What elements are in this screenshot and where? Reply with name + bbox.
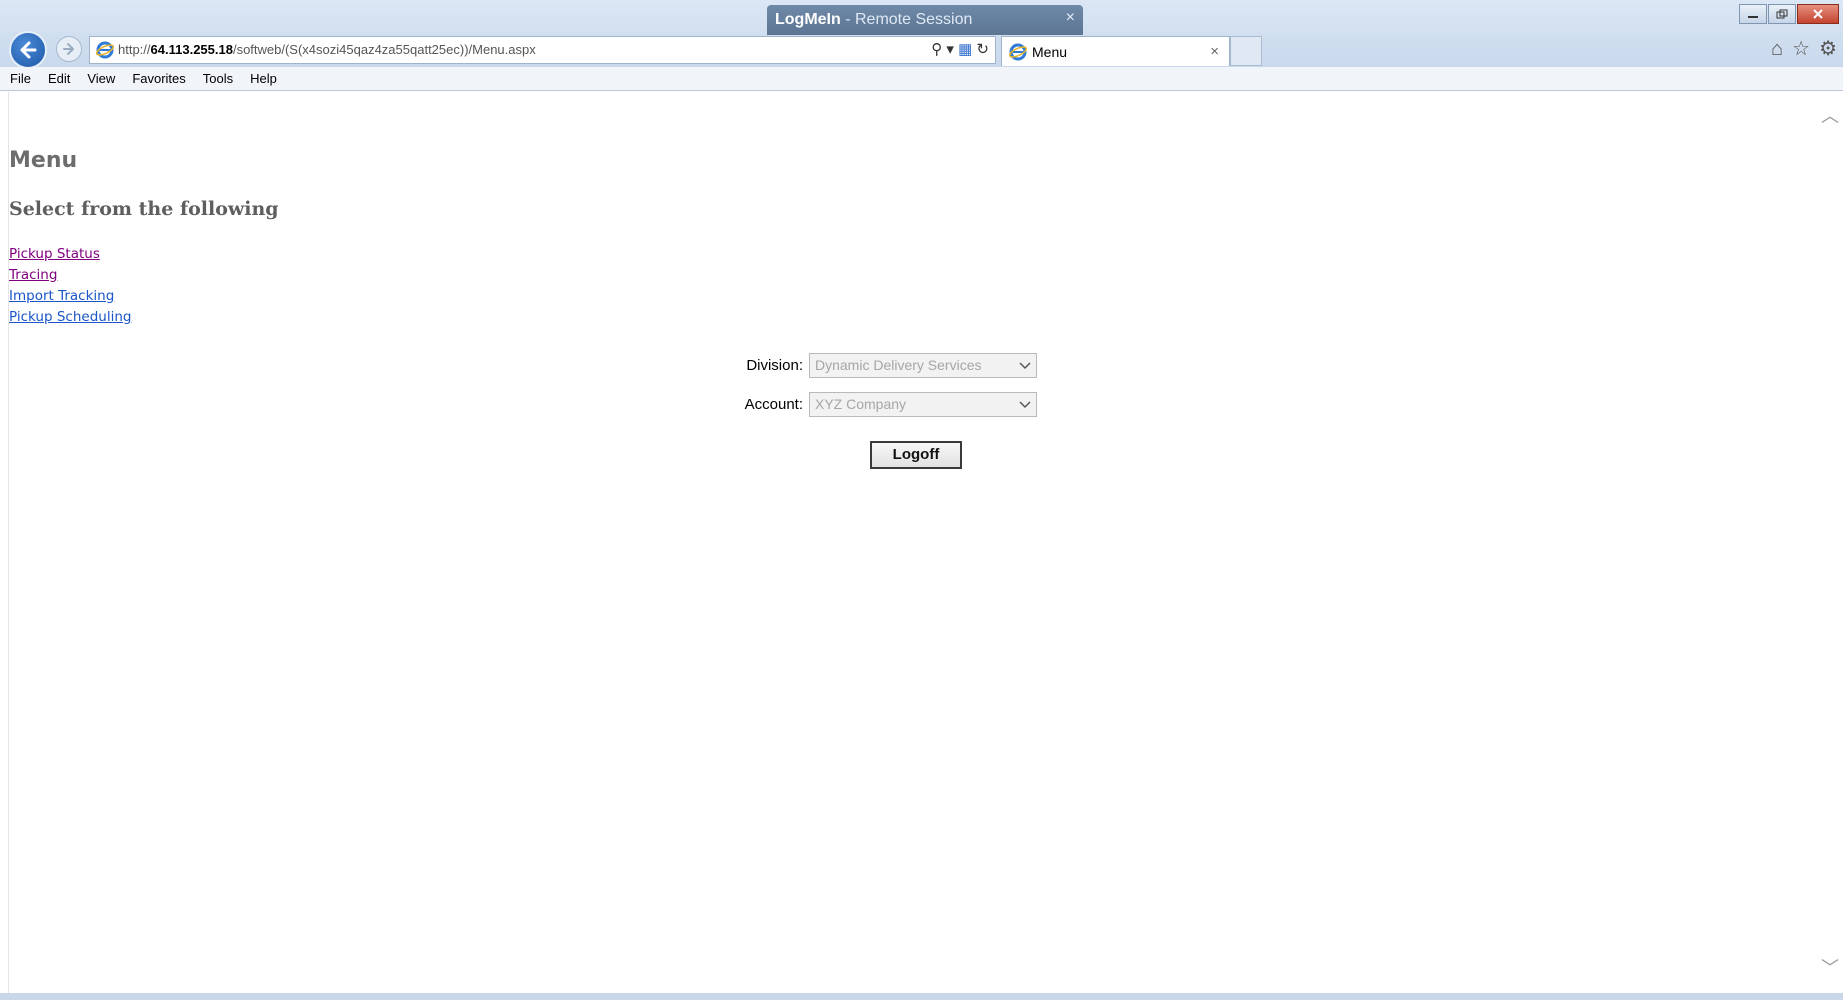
page-subtitle: Select from the following [9,198,279,220]
home-icon[interactable]: ⌂ [1771,36,1783,62]
minimize-icon [1748,16,1758,18]
dropdown-icon[interactable]: ▾ [946,41,954,58]
minimize-button[interactable] [1739,4,1767,24]
refresh-icon[interactable]: ↻ [976,41,989,58]
compatibility-icon[interactable]: ▦ [958,41,972,58]
taskbar-edge [0,993,1843,1000]
account-label: Account: [744,396,803,413]
address-tools: ⚲ ▾ ▦ ↻ [931,37,989,63]
new-tab-button[interactable] [1230,36,1262,66]
account-value: XYZ Company [815,396,907,412]
url-host: 64.113.255.18 [150,42,233,57]
url-path: /softweb/(S(x4sozi45qaz4za55qatt25ec))/M… [232,42,536,57]
import-tracking-link[interactable]: Import Tracking [9,286,1827,307]
forward-button[interactable] [56,36,82,62]
menu-file[interactable]: File [10,71,31,86]
pickup-status-link[interactable]: Pickup Status [9,244,1827,265]
pickup-scheduling-link[interactable]: Pickup Scheduling [9,307,1827,328]
menu-tools[interactable]: Tools [203,71,233,86]
division-select[interactable]: Dynamic Delivery Services [809,353,1037,378]
tab-label: Menu [1032,44,1068,60]
account-select[interactable]: XYZ Company [809,392,1037,417]
browser-toolbar-icons: ⌂ ☆ ⚙ [1771,36,1837,62]
window-controls [1738,4,1839,24]
chevron-down-icon [1019,362,1031,370]
restore-button[interactable] [1768,4,1796,24]
gear-icon[interactable]: ⚙ [1819,36,1837,62]
url-text[interactable]: http://64.113.255.18/softweb/(S(x4sozi45… [118,37,536,63]
close-session-icon[interactable]: × [1066,3,1075,33]
close-icon [1813,9,1823,19]
forward-arrow-icon [63,43,74,55]
menu-bar: File Edit View Favorites Tools Help [0,67,1843,91]
page-viewport: ︿ ﹀ Menu Select from the following Picku… [8,92,1839,993]
page-title: Menu [9,148,78,173]
division-value: Dynamic Delivery Services [815,357,982,373]
close-window-button[interactable] [1797,4,1839,24]
menu-help[interactable]: Help [250,71,277,86]
close-tab-icon[interactable]: × [1210,37,1219,67]
menu-favorites[interactable]: Favorites [132,71,185,86]
menu-edit[interactable]: Edit [48,71,70,86]
tracing-link[interactable]: Tracing [9,265,1827,286]
url-prefix: http:// [118,42,151,57]
back-button[interactable] [9,31,47,69]
account-row: Account: XYZ Company [9,392,1827,417]
scroll-up-icon[interactable]: ︿ [1821,102,1839,128]
ie-page-icon [96,41,114,59]
tab-menu[interactable]: Menu × [1001,36,1230,66]
division-label: Division: [746,357,803,374]
division-row: Division: Dynamic Delivery Services [9,353,1827,378]
menu-view[interactable]: View [87,71,115,86]
scroll-down-icon[interactable]: ﹀ [1821,954,1839,980]
address-bar[interactable]: http://64.113.255.18/softweb/(S(x4sozi45… [89,36,996,64]
session-brand: LogMeIn [775,11,841,28]
session-suffix: - Remote Session [845,11,973,28]
remote-session-title: LogMeIn - Remote Session × [767,5,1083,35]
ie-tab-icon [1009,43,1027,61]
logoff-button[interactable]: Logoff [870,441,962,469]
chevron-down-icon [1019,401,1031,409]
star-icon[interactable]: ☆ [1792,36,1810,62]
search-icon[interactable]: ⚲ [931,41,942,58]
menu-links: Pickup Status Tracing Import Tracking Pi… [9,244,1827,328]
restore-icon [1776,9,1788,19]
back-arrow-icon [20,41,37,59]
